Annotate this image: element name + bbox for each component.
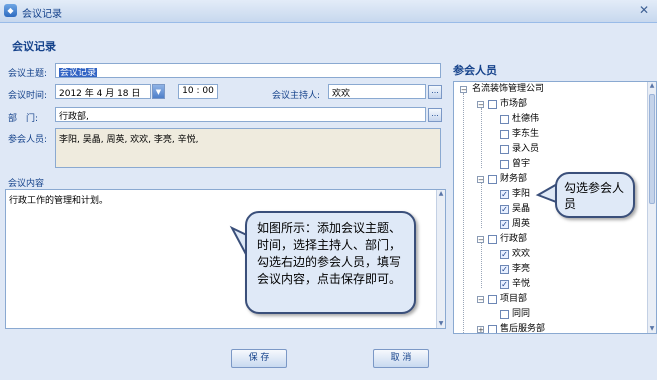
instruction-callout: 如图所示：添加会议主题、时间，选择主持人、部门，勾选右边的参会人员，填写会议内容… (245, 211, 416, 314)
save-button[interactable]: 保 存 (231, 349, 287, 368)
cancel-button[interactable]: 取 消 (373, 349, 429, 368)
check-participants-callout: 勾选参会人员 (555, 172, 635, 218)
